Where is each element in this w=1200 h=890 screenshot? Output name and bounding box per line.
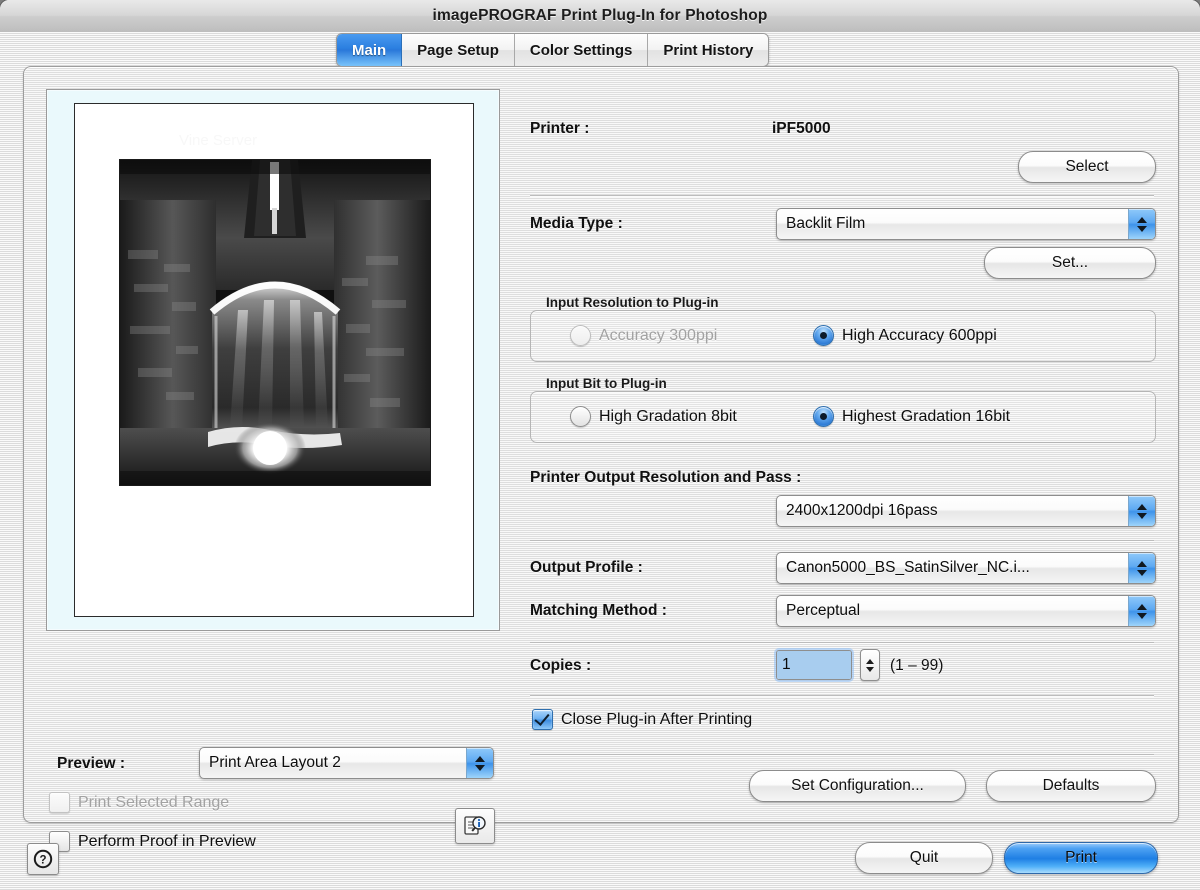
media-type-label: Media Type : — [530, 215, 623, 232]
radio-accuracy-300ppi-label: Accuracy 300ppi — [599, 326, 718, 344]
matching-method-value: Perceptual — [786, 602, 861, 619]
radio-accuracy-300ppi: Accuracy 300ppi — [570, 325, 717, 346]
input-resolution-group-title: Input Resolution to Plug-in — [546, 295, 719, 310]
print-preview-area[interactable]: Vine Server — [46, 89, 500, 631]
media-set-label: Set... — [1051, 254, 1089, 271]
svg-text:?: ? — [39, 855, 46, 867]
defaults-label: Defaults — [1042, 777, 1100, 794]
quit-label: Quit — [909, 849, 939, 866]
checkbox-checked-icon — [532, 709, 553, 730]
tab-print-history-label: Print History — [663, 41, 754, 59]
window-titlebar: imagePROGRAF Print Plug-In for Photoshop — [0, 0, 1200, 33]
perform-proof-checkbox[interactable]: Perform Proof in Preview — [49, 831, 256, 852]
radio-high-accuracy-600ppi-label: High Accuracy 600ppi — [842, 326, 997, 344]
output-resolution-value: 2400x1200dpi 16pass — [786, 502, 938, 519]
tab-color-settings-label: Color Settings — [529, 41, 633, 59]
radio-high-gradation-8bit[interactable]: High Gradation 8bit — [570, 406, 737, 427]
print-selected-range-label: Print Selected Range — [78, 793, 230, 811]
preview-layout-value: Print Area Layout 2 — [209, 754, 341, 771]
radio-circle-icon — [570, 325, 591, 346]
set-configuration-label: Set Configuration... — [791, 777, 924, 794]
main-panel: Vine Server Preview: Print Area Layout … — [23, 66, 1179, 852]
help-question-icon: ? — [33, 849, 53, 869]
print-selected-range-checkbox: Print Selected Range — [49, 792, 229, 813]
output-resolution-label: Printer Output Resolution and Pass : — [530, 469, 802, 486]
help-button[interactable]: ? — [27, 843, 59, 875]
separator-1 — [530, 195, 1154, 196]
chevron-updown-icon — [1128, 553, 1155, 583]
radio-circle-selected-icon — [813, 406, 834, 427]
tab-page-setup[interactable]: Page Setup — [402, 34, 515, 66]
quit-button[interactable]: Quit — [855, 842, 993, 874]
preview-paper: Vine Server — [74, 103, 474, 617]
chevron-updown-icon — [466, 748, 493, 778]
copies-input[interactable]: 1 — [776, 650, 852, 680]
tab-print-history[interactable]: Print History — [648, 34, 769, 66]
print-label: Print — [1065, 849, 1097, 866]
chevron-updown-icon — [1128, 209, 1155, 239]
matching-method-select[interactable]: Perceptual — [776, 595, 1156, 627]
tab-main[interactable]: Main — [337, 34, 403, 66]
close-plugin-label: Close Plug-in After Printing — [561, 710, 753, 728]
radio-circle-icon — [570, 406, 591, 427]
radio-highest-gradation-16bit[interactable]: Highest Gradation 16bit — [813, 406, 1010, 427]
output-profile-select[interactable]: Canon5000_BS_SatinSilver_NC.i... — [776, 552, 1156, 584]
document-info-icon-button[interactable] — [455, 808, 495, 844]
close-plugin-checkbox[interactable]: Close Plug-in After Printing — [532, 709, 752, 730]
preview-layout-select[interactable]: Print Area Layout 2 — [199, 747, 494, 779]
matching-method-label: Matching Method : — [530, 602, 667, 619]
stepper-up-icon[interactable] — [866, 658, 874, 664]
radio-circle-selected-icon — [813, 325, 834, 346]
preview-label: Preview : — [57, 755, 126, 772]
application-window: imagePROGRAF Print Plug-In for Photoshop… — [0, 0, 1200, 890]
input-bit-group-title: Input Bit to Plug-in — [546, 376, 667, 391]
tab-color-settings[interactable]: Color Settings — [514, 34, 649, 66]
media-type-value: Backlit Film — [786, 215, 866, 232]
checkbox-box-icon — [49, 792, 70, 813]
copies-stepper[interactable] — [860, 649, 880, 681]
preview-watermark-text: Vine Server — [179, 132, 258, 149]
tab-page-setup-label: Page Setup — [417, 41, 499, 59]
copies-range-hint: (1 – 99) — [890, 657, 944, 674]
separator-3 — [530, 642, 1154, 643]
select-printer-button[interactable]: Select — [1018, 151, 1156, 183]
select-printer-label: Select — [1065, 158, 1109, 175]
perform-proof-label: Perform Proof in Preview — [78, 832, 256, 850]
tab-bar: Main Page Setup Color Settings Print His… — [336, 33, 770, 67]
output-profile-value: Canon5000_BS_SatinSilver_NC.i... — [786, 559, 1030, 576]
tab-main-label: Main — [352, 41, 387, 59]
copies-value: 1 — [777, 651, 851, 679]
radio-high-gradation-8bit-label: High Gradation 8bit — [599, 407, 737, 425]
media-type-select[interactable]: Backlit Film — [776, 208, 1156, 240]
separator-2 — [530, 540, 1154, 541]
separator-5 — [530, 754, 1154, 755]
printer-label: Printer : — [530, 120, 590, 137]
window-title: imagePROGRAF Print Plug-In for Photoshop — [432, 7, 768, 24]
output-profile-label: Output Profile : — [530, 559, 643, 576]
stepper-down-icon[interactable] — [866, 666, 874, 672]
defaults-button[interactable]: Defaults — [986, 770, 1156, 802]
radio-highest-gradation-16bit-label: Highest Gradation 16bit — [842, 407, 1011, 425]
chevron-updown-icon — [1128, 496, 1155, 526]
preview-photograph — [119, 159, 431, 486]
print-button[interactable]: Print — [1004, 842, 1158, 874]
output-resolution-select[interactable]: 2400x1200dpi 16pass — [776, 495, 1156, 527]
chevron-updown-icon — [1128, 596, 1155, 626]
document-info-icon — [464, 816, 486, 835]
radio-high-accuracy-600ppi[interactable]: High Accuracy 600ppi — [813, 325, 997, 346]
printer-value: iPF5000 — [772, 120, 831, 137]
separator-4 — [530, 695, 1154, 696]
media-set-button[interactable]: Set... — [984, 247, 1156, 279]
copies-label: Copies : — [530, 657, 592, 674]
set-configuration-button[interactable]: Set Configuration... — [749, 770, 966, 802]
